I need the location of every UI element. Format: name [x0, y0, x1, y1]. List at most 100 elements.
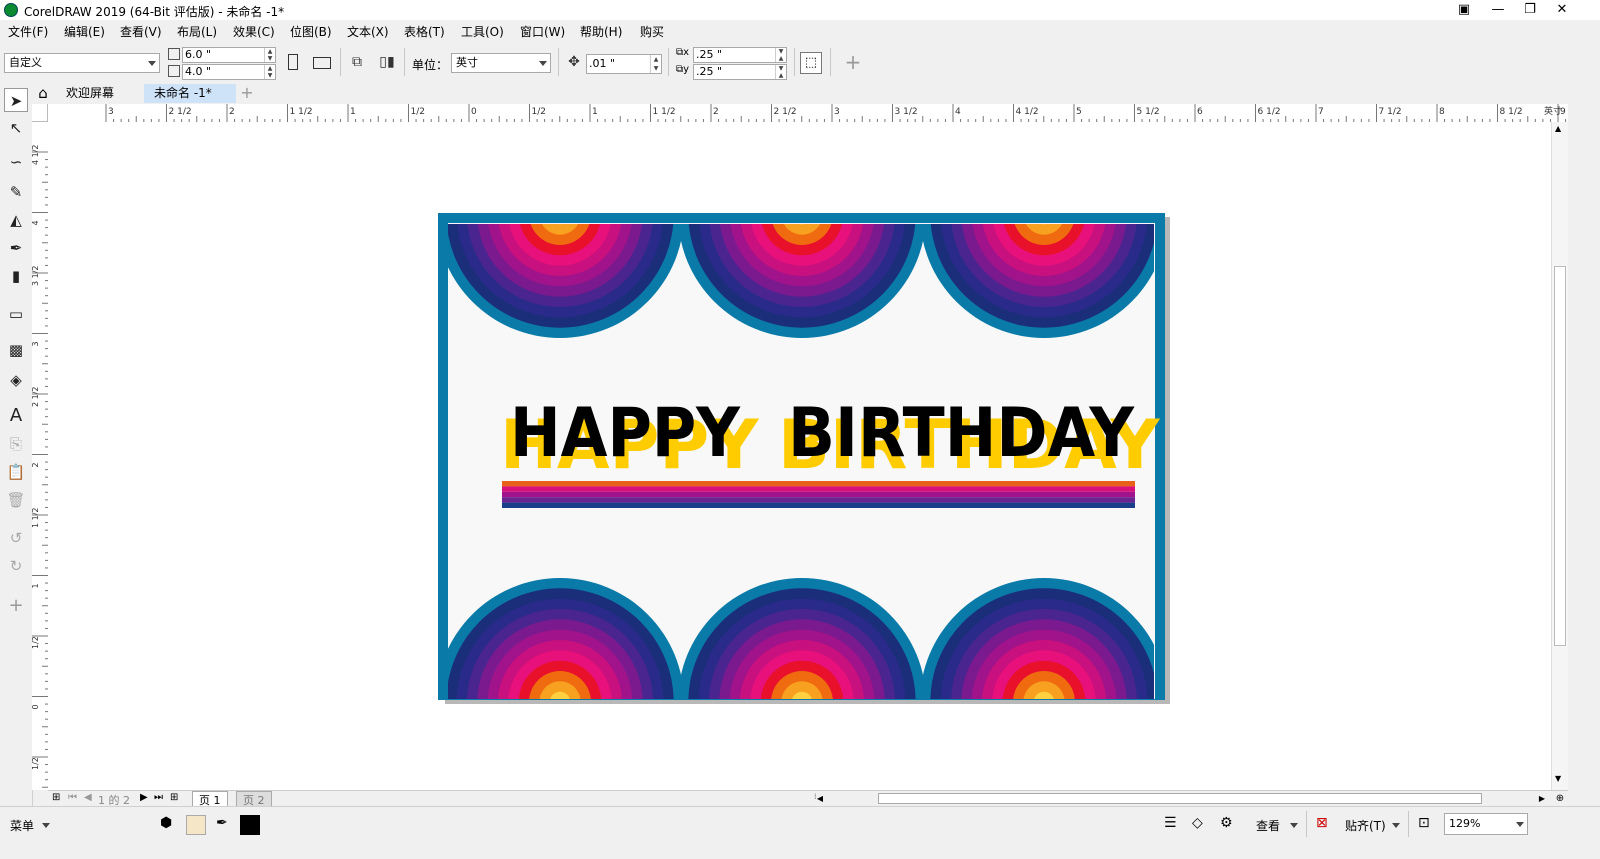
ruler-origin[interactable]	[32, 104, 48, 122]
close-button[interactable]: ✕	[1546, 0, 1578, 20]
mirror-tool-icon[interactable]: ◭	[4, 208, 28, 232]
spin-arrows-icon[interactable]: ▲ ▼	[264, 65, 275, 79]
freehand-tool-icon[interactable]: ∽	[4, 150, 28, 174]
fill-color-swatch[interactable]	[186, 815, 206, 835]
drawing-canvas[interactable]: HAPPY BIRTHDAY HAPPY BIRTHDAY	[48, 122, 1551, 790]
last-page-icon[interactable]: ⏭	[154, 792, 163, 803]
tab-welcome[interactable]: 欢迎屏幕	[56, 84, 124, 103]
menu-tools[interactable]: 工具(O)	[461, 23, 504, 40]
layers-icon[interactable]: ◇	[1192, 815, 1203, 831]
account-icon[interactable]: ▣	[1448, 0, 1480, 20]
snap-off-icon[interactable]: ⊠	[1316, 815, 1328, 831]
page-height-value: 4.0 "	[185, 65, 212, 78]
menu-layout[interactable]: 布局(L)	[177, 23, 217, 40]
vertical-scrollbar[interactable]: ▲ ▼	[1551, 122, 1569, 790]
page-width-input[interactable]: 6.0 " ▲ ▼	[182, 47, 276, 63]
units-select[interactable]: 英寸	[451, 53, 551, 73]
nudge-distance-input[interactable]: .01 " ▲ ▼	[586, 54, 662, 74]
chevron-down-icon[interactable]	[42, 823, 50, 828]
add-plus-icon[interactable]: +	[842, 51, 864, 73]
greeting-card-artwork[interactable]: HAPPY BIRTHDAY HAPPY BIRTHDAY	[48, 122, 1551, 790]
duplicate-x-input[interactable]: .25 " ▼ ▲	[693, 47, 787, 63]
portrait-orientation-icon[interactable]	[288, 54, 298, 70]
chevron-down-icon[interactable]	[1290, 823, 1298, 828]
artistic-media-icon[interactable]: ✎	[4, 180, 28, 204]
pick-tool-icon[interactable]: ➤	[4, 88, 28, 112]
undo-icon[interactable]: ↺	[4, 526, 28, 550]
minimize-button[interactable]: —	[1482, 0, 1514, 20]
rectangle-tool-icon[interactable]: ▭	[4, 302, 28, 326]
scroll-right-icon[interactable]: ▶	[1534, 791, 1550, 806]
first-page-icon[interactable]: ⏮	[68, 792, 77, 803]
zoom-navigator-icon[interactable]: ⊕	[1552, 791, 1568, 806]
vertical-ruler[interactable]: 4 1/2 4 3 1/2 3 2 1/2 2 1 1/2 1 1/2 0 1/2	[32, 122, 49, 790]
duplicate-x-value: .25 "	[696, 48, 723, 61]
scroll-down-icon[interactable]: ▼	[1555, 774, 1561, 783]
all-pages-icon[interactable]: ⧉	[346, 51, 368, 73]
menu-bitmaps[interactable]: 位图(B)	[290, 23, 332, 40]
pen-tool-icon[interactable]: ✒	[4, 236, 28, 260]
eraser-tool-icon[interactable]: ▮	[4, 264, 28, 288]
add-page-before-icon[interactable]: ⊞	[52, 792, 60, 803]
zoom-level-select[interactable]: 129%	[1444, 813, 1528, 835]
horizontal-ruler[interactable]: 3 2 1/2 2 1 1/2 1 1/2 0 1/2 1 1 1/2 2 2 1/2 3 3 1/2 4 4…	[32, 104, 1568, 123]
current-page-icon[interactable]: ▯▮	[376, 51, 398, 73]
duplicate-y-input[interactable]: .25 " ▼ ▲	[693, 64, 787, 80]
treat-as-filled-icon[interactable]: ⬚	[800, 52, 822, 74]
ruler-h-label: 5 1/2	[1137, 107, 1160, 117]
spin-arrows-icon[interactable]: ▲ ▼	[650, 55, 661, 73]
page-height-input[interactable]: 4.0 " ▲ ▼	[182, 64, 276, 80]
menu-help[interactable]: 帮助(H)	[580, 23, 622, 40]
outline-pen-icon: ✒	[216, 815, 228, 831]
menu-file[interactable]: 文件(F)	[8, 23, 48, 40]
home-icon[interactable]: ⌂	[34, 84, 52, 102]
horizontal-scroll-thumb[interactable]	[878, 793, 1482, 804]
duplicate-x-icon: ⧉x	[676, 47, 690, 58]
prev-page-icon[interactable]: ◀	[84, 792, 92, 803]
separator	[830, 48, 831, 76]
new-tab-plus-icon[interactable]: +	[238, 84, 256, 102]
menu-text[interactable]: 文本(X)	[347, 23, 389, 40]
copy-icon[interactable]: ⎘	[4, 432, 28, 456]
scroll-up-icon[interactable]: ▲	[1555, 124, 1561, 133]
scroll-left-icon[interactable]: ◀	[812, 791, 828, 806]
menu-effects[interactable]: 效果(C)	[233, 23, 275, 40]
menu-buy[interactable]: 购买	[640, 23, 664, 40]
tab-current-document[interactable]: 未命名 -1*	[144, 84, 236, 103]
ruler-h-label: 2	[713, 107, 719, 117]
spin-arrows-icon[interactable]: ▲ ▼	[264, 48, 275, 62]
menu-view[interactable]: 查看(V)	[120, 23, 162, 40]
ruler-v-label: 1	[32, 583, 40, 588]
outline-color-swatch[interactable]	[240, 815, 260, 835]
shape-tool-icon[interactable]: ↖	[4, 116, 28, 140]
restore-button[interactable]: ❐	[1514, 0, 1546, 20]
status-menu-label[interactable]: 菜单	[10, 817, 34, 834]
menu-window[interactable]: 窗口(W)	[520, 23, 565, 40]
text-tool-icon[interactable]: A	[4, 404, 28, 428]
snap-to-label[interactable]: 贴齐(T)	[1345, 817, 1386, 834]
page-size-select[interactable]: 自定义	[4, 53, 160, 73]
zoom-page-icon[interactable]: ⊡	[1418, 815, 1430, 831]
delete-icon[interactable]: 🗑	[4, 488, 28, 512]
view-mode-label[interactable]: 查看	[1256, 817, 1280, 834]
fill-tool-icon[interactable]: ◈	[4, 368, 28, 392]
landscape-orientation-icon[interactable]	[313, 57, 331, 69]
ruler-h-label: 4	[955, 107, 961, 117]
align-icon[interactable]: ☰	[1164, 815, 1177, 831]
menu-table[interactable]: 表格(T)	[404, 23, 445, 40]
redo-icon[interactable]: ↻	[4, 554, 28, 578]
chevron-down-icon	[1516, 822, 1524, 827]
spin-arrows-icon[interactable]: ▼ ▲	[775, 48, 786, 62]
object-properties-icon[interactable]: ⚙	[1220, 815, 1233, 831]
chevron-down-icon[interactable]	[1392, 823, 1400, 828]
ruler-v-label: 1 1/2	[32, 507, 40, 528]
vertical-scroll-thumb[interactable]	[1554, 266, 1566, 646]
add-tool-icon[interactable]: +	[4, 594, 28, 618]
ruler-h-label: 6	[1197, 107, 1203, 117]
paste-icon[interactable]: 📋	[4, 460, 28, 484]
next-page-icon[interactable]: ▶	[140, 792, 148, 803]
menu-edit[interactable]: 编辑(E)	[64, 23, 105, 40]
add-page-after-icon[interactable]: ⊞	[170, 792, 178, 803]
spin-arrows-icon[interactable]: ▼ ▲	[775, 65, 786, 79]
transparency-tool-icon[interactable]: ▩	[4, 338, 28, 362]
